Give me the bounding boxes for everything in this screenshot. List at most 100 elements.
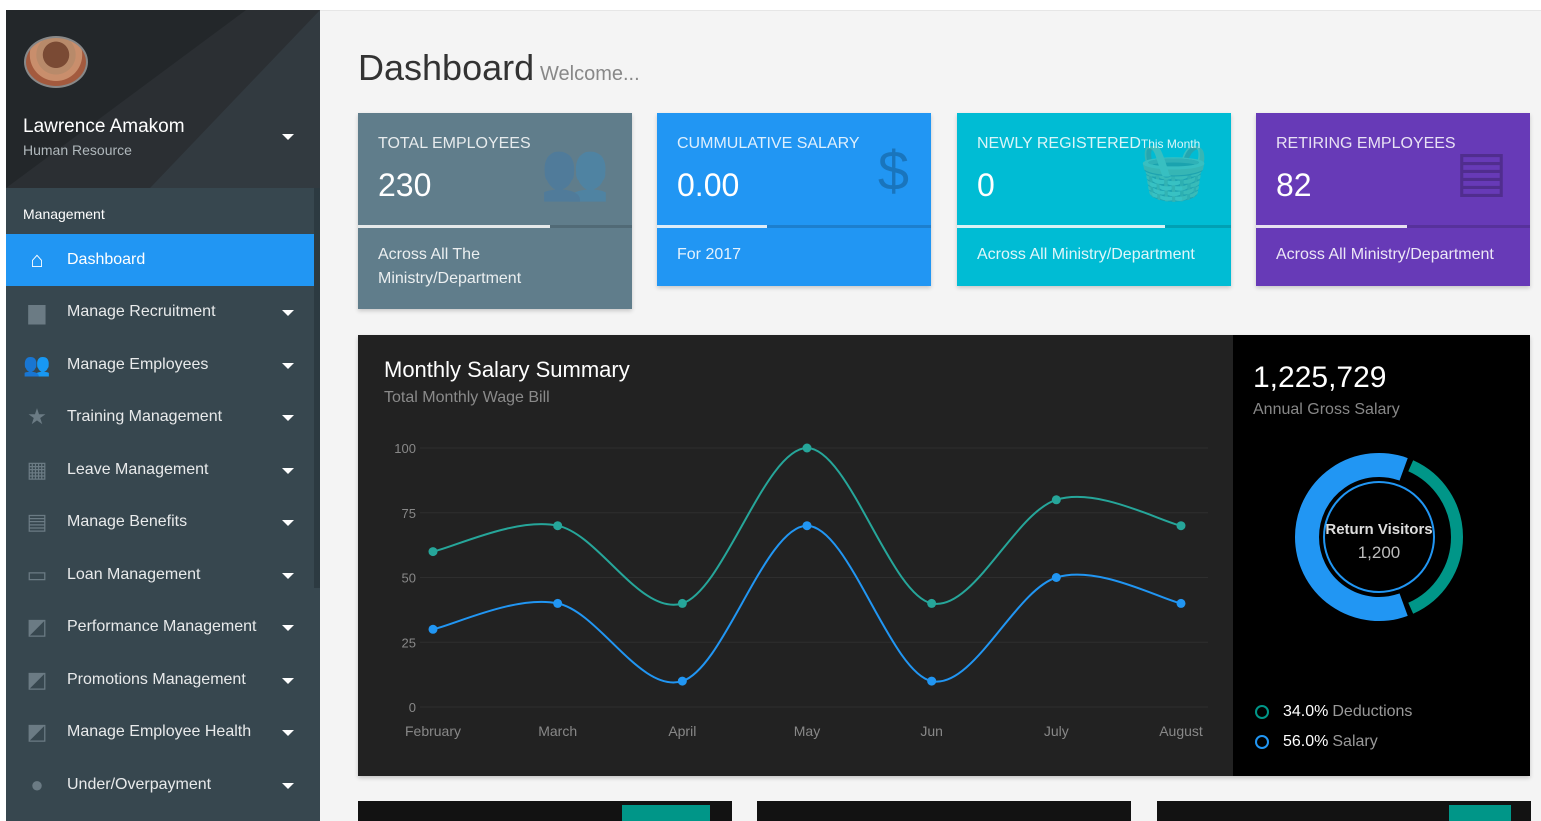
star-icon: ★ (27, 404, 47, 430)
legend-marker (1255, 735, 1269, 749)
data-point[interactable] (802, 443, 812, 453)
chevron-down-icon[interactable] (282, 467, 294, 474)
data-point[interactable] (1051, 573, 1061, 582)
legend-item-salary: 56.0% Salary (1255, 733, 1378, 751)
legend-label: Salary (1332, 733, 1378, 750)
stat-card-title-text: TOTAL EMPLOYEES (378, 135, 531, 152)
stat-card-retiring-employees[interactable]: ▤ RETIRING EMPLOYEES 82 Across All Ministry… (1256, 113, 1530, 286)
annual-gross-label: Annual Gross Salary (1253, 401, 1400, 418)
data-point[interactable] (927, 598, 937, 608)
data-point[interactable] (927, 676, 937, 686)
data-point[interactable] (553, 521, 563, 531)
stat-card-value: 230 (378, 167, 432, 203)
stat-card-cummulative-salary[interactable]: $ CUMMULATIVE SALARY 0.00 For 2017 (657, 113, 931, 286)
sidebar-item-performance-management[interactable]: ◩ Performance Management (6, 601, 320, 654)
stat-card-title: CUMMULATIVE SALARY (677, 135, 860, 153)
salary-chart-panel: 0 25 50 75 100 February March April May Jun July Au… (358, 335, 1530, 776)
sidebar-item-label: Manage Employee Health (67, 723, 252, 741)
sidebar-item-label: Dashboard (67, 251, 146, 268)
bottom-card-1-button[interactable] (622, 805, 710, 821)
chevron-down-icon[interactable] (282, 310, 294, 317)
sidebar-item-manage-employee-health[interactable]: ◩ Manage Employee Health (6, 706, 320, 759)
x-tick-label: May (794, 723, 820, 739)
data-point[interactable] (802, 521, 812, 531)
sidebar-item-manage-recruitment[interactable]: ▆ Manage Recruitment (6, 286, 320, 339)
chart-edit-icon: ◩ (26, 614, 48, 640)
sidebar: Lawrence Amakom Human Resource Managemen… (6, 10, 320, 821)
profile-header: Lawrence Amakom Human Resource (6, 10, 320, 188)
profile-dropdown-icon[interactable] (282, 134, 294, 140)
stat-card-title-text: CUMMULATIVE SALARY (677, 135, 860, 152)
sidebar-item-label: Promotions Management (67, 670, 246, 688)
sidebar-item-training-management[interactable]: ★ Training Management (6, 391, 320, 444)
avatar[interactable] (24, 36, 88, 88)
y-tick-label: 75 (402, 506, 416, 521)
sidebar-item-leave-management[interactable]: ▦ Leave Management (6, 444, 320, 497)
credit-card-icon: ▭ (26, 561, 48, 587)
data-point[interactable] (677, 676, 687, 686)
sidebar-item-manage-benefits[interactable]: ▤ Manage Benefits (6, 496, 320, 549)
legend-marker (1255, 705, 1269, 719)
chevron-down-icon[interactable] (282, 677, 294, 684)
sidebar-item-under-overpayment[interactable]: ● Under/Overpayment (6, 759, 320, 812)
stat-card-progress (657, 225, 767, 228)
sidebar-item-loan-management[interactable]: ▭ Loan Management (6, 549, 320, 602)
sidebar-item-promotions-management[interactable]: ◩ Promotions Management (6, 654, 320, 707)
legend-value: 56.0% (1283, 733, 1329, 750)
sidebar-menu: ⌂ Dashboard ▆ Manage Recruitment 👥 Manage Emp… (6, 234, 320, 811)
stat-card-title: RETIRING EMPLOYEES (1276, 135, 1456, 153)
chart-edit-icon: ◩ (26, 719, 48, 745)
sidebar-item-manage-employees[interactable]: 👥 Manage Employees (6, 339, 320, 392)
menu-section-label: Management (23, 206, 105, 222)
x-tick-label: March (538, 723, 577, 739)
chevron-down-icon[interactable] (282, 782, 294, 789)
chevron-down-icon[interactable] (282, 572, 294, 579)
y-tick-label: 100 (394, 441, 416, 456)
stat-card-value: 0.00 (677, 167, 740, 203)
chevron-down-icon[interactable] (282, 415, 294, 422)
stat-card-title-text: RETIRING EMPLOYEES (1276, 135, 1456, 152)
stat-card-newly-registered[interactable]: 🧺 NEWLY REGISTEREDThis Month 0 Across All M… (957, 113, 1231, 286)
sidebar-item-label: Leave Management (67, 460, 209, 478)
sidebar-item-label: Under/Overpayment (67, 775, 212, 793)
sidebar-item-label: Loan Management (67, 565, 201, 583)
data-point[interactable] (428, 624, 438, 634)
data-point[interactable] (1176, 598, 1186, 608)
stat-card-total-employees[interactable]: 👥 TOTAL EMPLOYEES 230 Across All The Minist… (358, 113, 632, 309)
user-role: Human Resource (23, 142, 132, 158)
sidebar-item-dashboard[interactable]: ⌂ Dashboard (6, 234, 320, 286)
stat-card-value: 0 (977, 167, 995, 203)
sidebar-item-label: Training Management (67, 408, 223, 426)
people-icon: 👥 (540, 139, 610, 202)
people-icon: 👥 (23, 351, 51, 377)
chevron-down-icon[interactable] (282, 730, 294, 737)
legend-value: 34.0% (1283, 703, 1329, 720)
bottom-card-2 (757, 801, 1131, 821)
data-point[interactable] (428, 547, 438, 557)
data-point[interactable] (553, 598, 563, 608)
gift-icon: ▤ (26, 509, 48, 535)
legend-item-deductions: 34.0% Deductions (1255, 703, 1412, 721)
bottom-card-3 (1157, 801, 1531, 821)
stat-card-footer: Across All The Ministry/Department (378, 246, 522, 287)
chevron-down-icon[interactable] (282, 362, 294, 369)
bottom-card-1 (358, 801, 732, 821)
annual-summary: 1,225,729 Annual Gross Salary Return Vis… (1233, 335, 1530, 776)
stat-card-title-suffix: This Month (1140, 137, 1201, 151)
chevron-down-icon[interactable] (282, 520, 294, 527)
data-point[interactable] (1051, 495, 1061, 505)
chart-subtitle: Total Monthly Wage Bill (384, 389, 550, 406)
briefcase-icon: ▆ (28, 299, 46, 325)
user-name: Lawrence Amakom (23, 116, 185, 137)
sidebar-item-label: Manage Recruitment (67, 303, 216, 321)
dollar-icon: $ (877, 139, 909, 202)
alert-icon: ● (30, 771, 44, 797)
data-point[interactable] (1176, 521, 1186, 531)
x-tick-label: April (668, 723, 696, 739)
bottom-card-3-button[interactable] (1449, 805, 1511, 821)
sidebar-item-label: Performance Management (67, 618, 257, 636)
chevron-down-icon[interactable] (282, 625, 294, 632)
sidebar-item-label: Manage Employees (67, 355, 209, 373)
page-subtitle: Welcome... (540, 63, 640, 85)
data-point[interactable] (677, 598, 687, 608)
